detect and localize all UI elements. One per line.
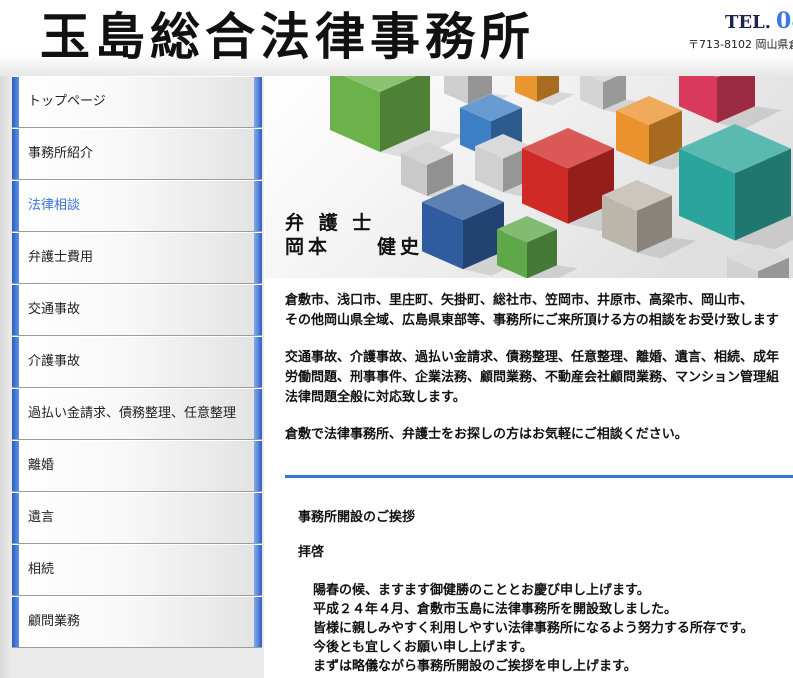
sidebar-item-label: 顧問業務	[28, 614, 81, 629]
sidebar-item-label: 相続	[28, 562, 55, 577]
site-title: 玉島総合法律事務所	[40, 7, 535, 66]
intro-paragraph: 交通事故、介護事故、過払い金請求、債務整理、任意整理、離婚、遺言、相続、成年 労…	[285, 348, 793, 408]
sidebar-item-care-accident[interactable]: 介護事故	[12, 336, 262, 388]
sidebar-item-label: 法律相談	[28, 198, 81, 213]
greeting-body: 陽春の候、ますます御健勝のこととお慶び申し上げます。 平成２４年４月、倉敷市玉島…	[298, 581, 793, 676]
greeting-salutation: 拝啓	[298, 545, 325, 560]
tel-number: 08	[776, 8, 793, 34]
sidebar-item-label: トップページ	[28, 94, 106, 109]
sidebar-item-divorce[interactable]: 離婚	[12, 440, 262, 492]
intro-paragraph: 倉敷で法律事務所、弁護士をお探しの方はお気軽にご相談ください。	[285, 425, 793, 445]
intro-line: 交通事故、介護事故、過払い金請求、債務整理、任意整理、離婚、遺言、相続、成年	[285, 350, 780, 365]
greeting-line: 皆様に親しみやすく利用しやすい法律事務所になるよう努力する所存です。	[313, 621, 754, 636]
intro-line: その他岡山県全域、広島県東部等、事務所にご来所頂ける方の相談をお受け致します	[285, 313, 779, 328]
tel-label: TEL.	[725, 12, 772, 33]
sidebar-item-label: 弁護士費用	[28, 250, 94, 265]
sidebar-nav: トップページ 事務所紹介 法律相談 弁護士費用 交通事故 介護事故 過払い金請求…	[12, 76, 262, 648]
phone-number: TEL.08	[725, 8, 793, 34]
greeting-line: 陽春の候、ますます御健勝のこととお慶び申し上げます。	[313, 583, 650, 598]
intro-line: 倉敷で法律事務所、弁護士をお探しの方はお気軽にご相談ください。	[285, 427, 688, 442]
sidebar-item-about[interactable]: 事務所紹介	[12, 128, 262, 180]
sidebar-item-label: 過払い金請求、債務整理、任意整理	[28, 406, 237, 421]
intro-text: 倉敷市、浅口市、里庄町、矢掛町、総社市、笠岡市、井原市、高梁市、岡山市、 その他…	[285, 291, 793, 462]
sidebar-item-label: 介護事故	[28, 354, 81, 369]
greeting-line: 今後とも宜しくお願い申し上げます。	[313, 640, 533, 655]
greeting-line: 平成２４年４月、倉敷市玉島に法律事務所を開設致しました。	[313, 602, 678, 617]
sidebar-item-label: 事務所紹介	[28, 146, 94, 161]
sidebar-item-fees[interactable]: 弁護士費用	[12, 232, 262, 284]
sidebar-item-traffic-accident[interactable]: 交通事故	[12, 284, 262, 336]
intro-paragraph: 倉敷市、浅口市、里庄町、矢掛町、総社市、笠岡市、井原市、高梁市、岡山市、 その他…	[285, 291, 793, 331]
greeting-line: まずは略儀ながら事務所開設のご挨拶を申し上げます。	[313, 659, 637, 674]
intro-line: 法律問題全般に対応致します。	[285, 390, 466, 405]
sidebar-item-label: 離婚	[28, 458, 55, 473]
sidebar-item-consultation[interactable]: 法律相談	[12, 180, 262, 232]
sidebar-item-advisory[interactable]: 顧問業務	[12, 596, 262, 648]
greeting-heading: 事務所開設のご挨拶	[298, 510, 416, 525]
office-address: 〒713-8102 岡山県倉	[688, 38, 793, 51]
sidebar-item-debt[interactable]: 過払い金請求、債務整理、任意整理	[12, 388, 262, 440]
hero-lawyer-title: 弁 護 士	[285, 212, 376, 234]
sidebar-item-will[interactable]: 遺言	[12, 492, 262, 544]
sidebar-item-top[interactable]: トップページ	[12, 76, 262, 128]
section-divider	[285, 475, 793, 478]
hero-lawyer-name: 岡本 健史	[285, 236, 424, 258]
intro-line: 倉敷市、浅口市、里庄町、矢掛町、総社市、笠岡市、井原市、高梁市、岡山市、	[285, 293, 754, 308]
sidebar-item-inheritance[interactable]: 相続	[12, 544, 262, 596]
intro-line: 労働問題、刑事事件、企業法務、顧問業務、不動産会社顧問業務、マンション管理組	[285, 370, 780, 385]
sidebar-item-label: 交通事故	[28, 302, 81, 317]
hero-banner: 弁 護 士 岡本 健史	[265, 76, 793, 278]
greeting-section: 事務所開設のご挨拶 拝啓 陽春の候、ますます御健勝のこととお慶び申し上げます。 …	[298, 508, 793, 676]
sidebar-item-label: 遺言	[28, 510, 55, 525]
site-header: 玉島総合法律事務所 TEL.08 〒713-8102 岡山県倉	[0, 0, 793, 76]
main-content: 弁 護 士 岡本 健史 倉敷市、浅口市、里庄町、矢掛町、総社市、笠岡市、井原市、…	[264, 76, 793, 678]
